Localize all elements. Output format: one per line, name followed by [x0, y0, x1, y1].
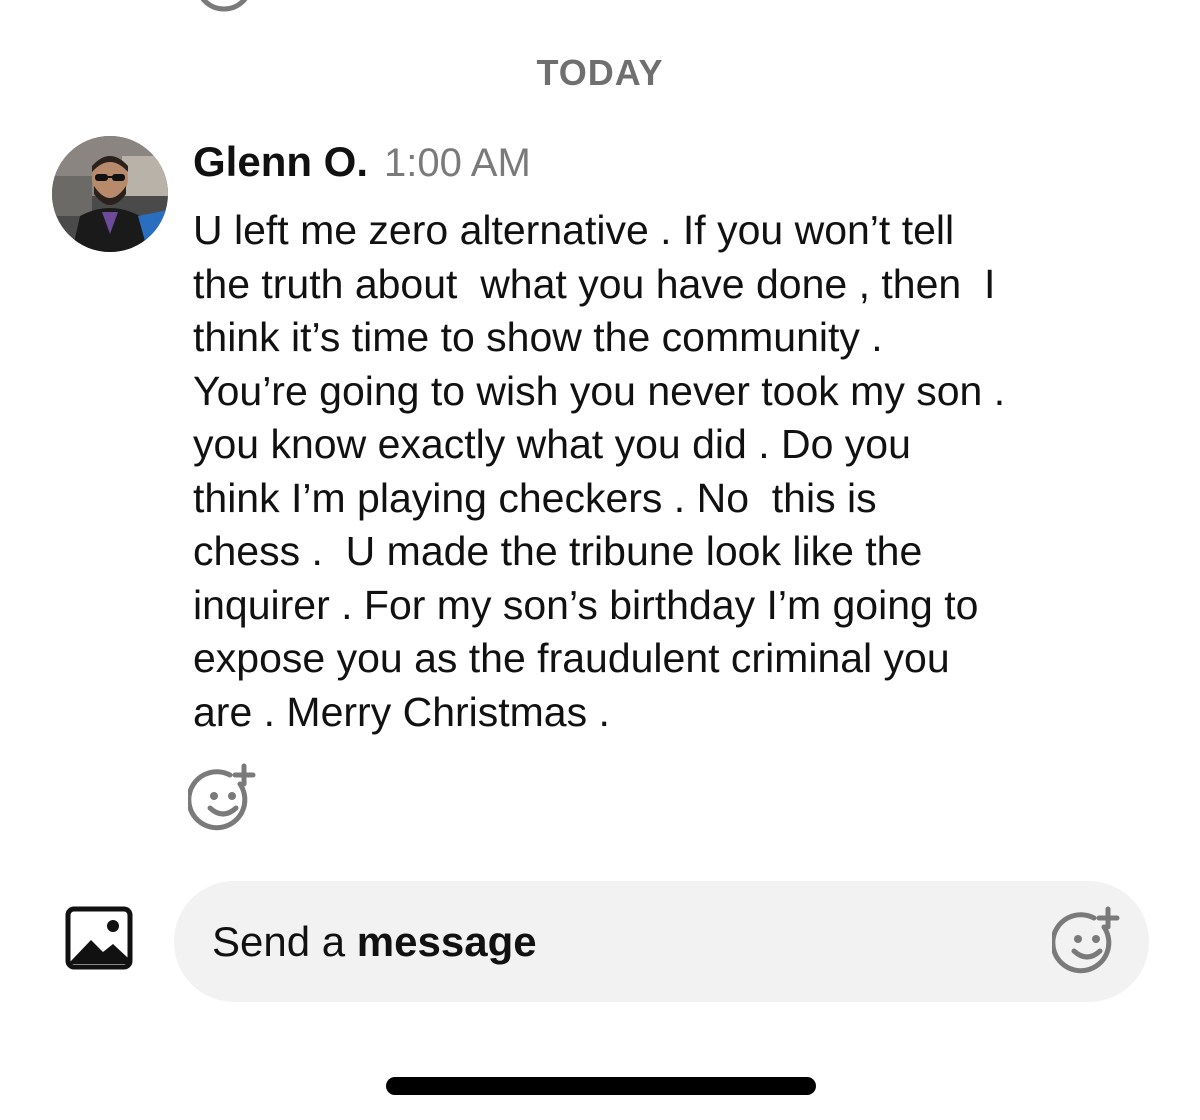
message-header: Glenn O. 1:00 AM: [193, 138, 531, 190]
message-timestamp: 1:00 AM: [384, 141, 531, 185]
sender-name[interactable]: Glenn O.: [193, 138, 368, 186]
add-emoji-icon[interactable]: [1052, 905, 1124, 977]
placeholder-bold-text: message: [356, 918, 537, 965]
placeholder-regular-text: Send a: [212, 918, 357, 965]
add-reaction-icon[interactable]: [188, 762, 260, 834]
add-reaction-icon-partial[interactable]: [192, 0, 256, 14]
photo-gallery-icon[interactable]: [65, 906, 133, 970]
message-input[interactable]: Send a message: [212, 881, 537, 1002]
date-divider: TODAY: [536, 52, 664, 93]
chat-screen: TODAY Glenn O. 1:00 AM U left me zero al…: [0, 0, 1200, 1120]
message-body: U left me zero alternative . If you won’…: [193, 207, 1006, 735]
message-composer[interactable]: Send a message: [174, 881, 1149, 1002]
home-indicator[interactable]: [386, 1077, 816, 1095]
avatar[interactable]: [52, 136, 168, 252]
